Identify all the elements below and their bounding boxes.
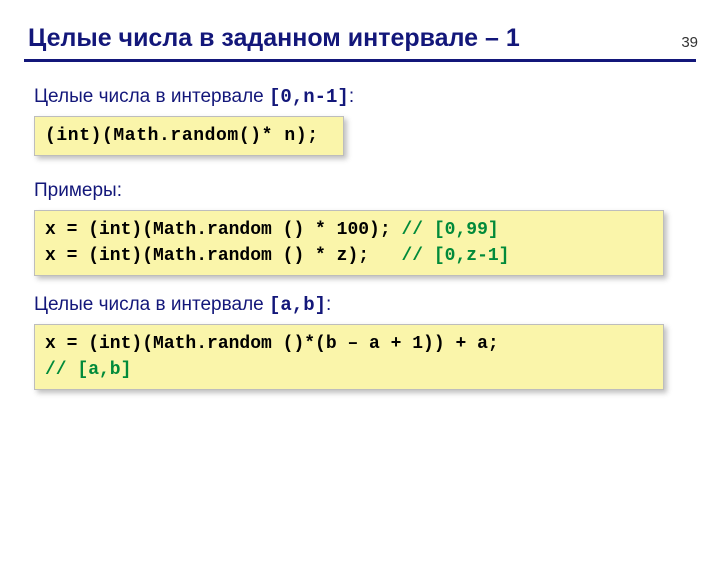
page-number: 39 — [681, 34, 698, 51]
code-line-3: x = (int)(Math.random ()*(b – a + 1)) + … — [45, 334, 499, 354]
section3-heading: Целые числа в интервале [a,b]: — [34, 294, 692, 316]
code-comment-2: // [0,z-1] — [401, 246, 509, 266]
section1-heading: Целые числа в интервале [0,n-1]: — [34, 86, 692, 108]
page-title: Целые числа в заданном интервале – 1 — [28, 24, 720, 53]
code-line-2: x = (int)(Math.random () * z); — [45, 246, 401, 266]
code-line: (int)(Math.random()* n); — [45, 126, 319, 146]
section3-label-pre: Целые числа в интервале — [34, 294, 269, 315]
slide-body: Целые числа в интервале [0,n-1]: (int)(M… — [0, 62, 720, 390]
section1-label-code: [0,n-1] — [269, 86, 349, 108]
code-block-examples: x = (int)(Math.random () * 100); // [0,9… — [34, 210, 664, 276]
code-block-formula-2: x = (int)(Math.random ()*(b – a + 1)) + … — [34, 324, 664, 390]
section1-label-post: : — [349, 86, 354, 107]
section2-heading: Примеры: — [34, 180, 692, 202]
section3-label-post: : — [326, 294, 331, 315]
code-comment-1: // [0,99] — [401, 220, 498, 240]
code-comment-3: // [a,b] — [45, 360, 131, 380]
section3-label-code: [a,b] — [269, 294, 326, 316]
code-line-1: x = (int)(Math.random () * 100); — [45, 220, 401, 240]
section1-label-pre: Целые числа в интервале — [34, 86, 269, 107]
code-block-formula-1: (int)(Math.random()* n); — [34, 116, 344, 156]
